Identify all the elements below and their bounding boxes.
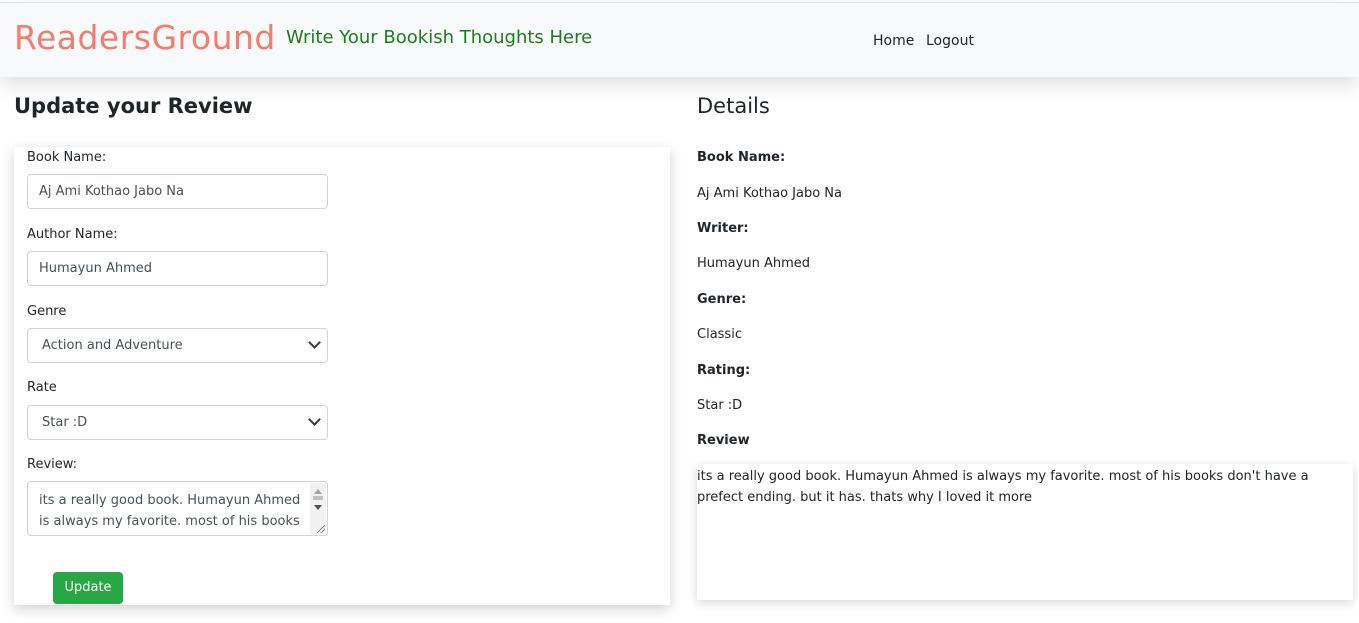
details-book-name-value: Aj Ami Kothao Jabo Na [697, 186, 842, 201]
nav-logout-link[interactable]: Logout [926, 33, 974, 49]
details-title: Details [697, 94, 770, 118]
details-review-value: its a really good book. Humayun Ahmed is… [697, 469, 1309, 505]
details-writer-value: Humayun Ahmed [697, 256, 810, 271]
details-writer-label: Writer: [697, 221, 749, 236]
details-rating-label: Rating: [697, 363, 751, 378]
book-name-label: Book Name: [27, 150, 107, 165]
update-review-form: Book Name: Aj Ami Kothao Jabo Na Author … [14, 147, 670, 605]
details-rating-value: Star :D [697, 398, 743, 413]
author-name-label: Author Name: [27, 227, 118, 242]
rate-label: Rate [27, 380, 57, 395]
form-title: Update your Review [14, 94, 253, 118]
brand-logo[interactable]: ReadersGround [14, 18, 276, 57]
details-review-label: Review [697, 433, 750, 448]
details-book-name-label: Book Name: [697, 150, 786, 165]
rate-select[interactable]: Star :D [27, 405, 328, 440]
chevron-down-icon [308, 413, 321, 426]
scroll-thumb[interactable] [313, 496, 323, 500]
resize-grip-icon[interactable] [317, 525, 325, 533]
details-review-box: its a really good book. Humayun Ahmed is… [697, 464, 1353, 600]
genre-select[interactable]: Action and Adventure [27, 328, 328, 363]
book-name-input[interactable]: Aj Ami Kothao Jabo Na [27, 174, 328, 209]
genre-selected-value: Action and Adventure [42, 338, 183, 353]
scroll-up-arrow-icon[interactable] [314, 489, 322, 494]
scroll-down-arrow-icon[interactable] [314, 505, 322, 510]
nav-home-link[interactable]: Home [873, 33, 914, 49]
rate-selected-value: Star :D [42, 415, 88, 430]
tagline: Write Your Bookish Thoughts Here [286, 27, 593, 48]
review-textarea[interactable]: its a really good book. Humayun Ahmed is… [27, 481, 328, 536]
update-button[interactable]: Update [53, 572, 123, 604]
details-genre-label: Genre: [697, 292, 747, 307]
details-genre-value: Classic [697, 327, 742, 342]
author-name-input[interactable]: Humayun Ahmed [27, 251, 328, 286]
navbar: ReadersGround Write Your Bookish Thought… [0, 2, 1359, 77]
genre-label: Genre [27, 304, 67, 319]
review-label: Review: [27, 457, 78, 472]
review-textarea-text: its a really good book. Humayun Ahmed is… [39, 493, 301, 529]
chevron-down-icon [308, 336, 321, 349]
